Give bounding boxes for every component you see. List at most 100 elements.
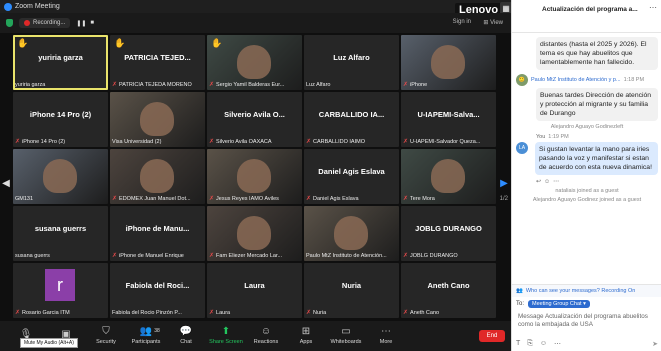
participant-name: Aneth Cano bbox=[410, 309, 440, 316]
participant-count: 38 bbox=[154, 328, 160, 334]
toolbar-apps-button[interactable]: ⊞ Apps bbox=[286, 327, 326, 346]
participant-tile[interactable]: CARBALLIDO IA... ✗ CARBALLIDO IAIMO bbox=[304, 92, 399, 147]
toolbar-participants-button[interactable]: 👥 38 Participants bbox=[126, 327, 166, 346]
chat-messages: distantes (hasta el 2025 y 2026). El tem… bbox=[512, 34, 661, 284]
participant-display-name: CARBALLIDO IA... bbox=[318, 110, 385, 119]
participant-name: Jesus Reyes IAMO Aviles bbox=[216, 195, 279, 202]
more-icon[interactable]: ⋯ bbox=[554, 340, 561, 348]
participant-tile[interactable]: ✗ Tere Mora bbox=[401, 149, 496, 204]
send-icon[interactable]: ➤ bbox=[652, 340, 658, 348]
participant-label-bar: ✗ Aneth Cano bbox=[403, 308, 494, 317]
muted-mic-icon: ✗ bbox=[209, 82, 215, 88]
participant-name: iPhone 14 Pro (2) bbox=[22, 138, 66, 145]
participant-tile[interactable]: Silverio Avila O... ✗ Silverio Avila OAXAC… bbox=[207, 92, 302, 147]
participant-display-name: Fabiola del Roci... bbox=[125, 281, 190, 290]
participant-tile[interactable]: Aneth Cano ✗ Aneth Cano bbox=[401, 263, 496, 318]
participant-tile[interactable]: ✗ Fam Eliezer Mercado Lar... bbox=[207, 206, 302, 261]
video-stage: ◀ ✋ yuriria garza yuriria garza ✋ PATRICIA T… bbox=[0, 33, 511, 321]
end-meeting-button[interactable]: End bbox=[479, 330, 505, 342]
video-feed bbox=[431, 45, 465, 79]
participant-name: Sergio Yamil Balderas Eur... bbox=[216, 81, 285, 88]
encryption-shield-icon[interactable] bbox=[6, 19, 13, 27]
recording-controls: ❚❚ ■ bbox=[76, 20, 94, 27]
chat-options-icon[interactable]: ⋯ bbox=[649, 3, 657, 12]
participant-tile[interactable]: susana guerrs susana guerrs bbox=[13, 206, 108, 261]
participant-tile[interactable]: Fabiola del Roci... Fabiola del Rocio Pin… bbox=[110, 263, 205, 318]
page-indicator: 1/2 bbox=[499, 196, 508, 202]
participant-tile[interactable]: ✗ EDOMEX Juan Manuel Dot... bbox=[110, 149, 205, 204]
prev-page-icon[interactable]: ◀ bbox=[1, 173, 11, 193]
participant-tile[interactable]: GM131 bbox=[13, 149, 108, 204]
participant-label-bar: ✗ U-IAPEMI-Salvador Queza... bbox=[403, 137, 494, 146]
muted-mic-icon: ✗ bbox=[209, 253, 215, 259]
chat-input[interactable]: Message Actualización del programa abuel… bbox=[512, 311, 661, 331]
muted-mic-icon: ✗ bbox=[403, 82, 409, 88]
participant-tile[interactable]: Paulo MtZ Instituto de Atención... bbox=[304, 206, 399, 261]
participant-tile[interactable]: Daniel Agis Eslava ✗ Daniel Agis Eslava bbox=[304, 149, 399, 204]
next-page-icon[interactable]: ▶ bbox=[499, 173, 509, 193]
participant-tile[interactable]: ✋ ✗ Sergio Yamil Balderas Eur... bbox=[207, 35, 302, 90]
muted-mic-icon: ✗ bbox=[15, 310, 21, 316]
muted-mic-icon: ✗ bbox=[306, 139, 312, 145]
compose-tools: T ⎘ ☺ ⋯ ➤ bbox=[516, 340, 658, 348]
view-button[interactable]: ⊞ View bbox=[483, 19, 503, 26]
system-message: Alejandro Aguayo Godinez joined as a gue… bbox=[532, 197, 642, 203]
sign-in-link[interactable]: Sign in bbox=[453, 19, 471, 25]
participant-label-bar: ✗ Tere Mora bbox=[403, 194, 494, 203]
participant-display-name: yuriria garza bbox=[38, 53, 83, 62]
participant-tile[interactable]: Visa Universidad (2) bbox=[110, 92, 205, 147]
emoji-icon[interactable]: ☺ bbox=[540, 340, 547, 348]
pause-recording-icon[interactable]: ❚❚ bbox=[76, 20, 86, 27]
participant-label-bar: ✗ Jesus Reyes IAMO Aviles bbox=[209, 194, 300, 203]
participant-tile[interactable]: r ✗ Rosario Garcia ITM bbox=[13, 263, 108, 318]
participant-tile[interactable]: Nuria ✗ Nuria bbox=[304, 263, 399, 318]
muted-mic-icon: ✗ bbox=[209, 196, 215, 202]
to-label: To: bbox=[516, 301, 525, 307]
toolbar-reactions-button[interactable]: ☺ Reactions bbox=[246, 327, 286, 346]
participant-tile[interactable]: Luz Alfaro Luz Alfaro bbox=[304, 35, 399, 90]
participant-tile[interactable]: iPhone 14 Pro (2) ✗ iPhone 14 Pro (2) bbox=[13, 92, 108, 147]
stop-recording-icon[interactable]: ■ bbox=[90, 20, 94, 27]
participant-name: Laura bbox=[216, 309, 231, 316]
more-icon[interactable]: ⋯ bbox=[553, 179, 562, 185]
participant-display-name: Aneth Cano bbox=[427, 281, 470, 290]
system-message: Alejandro Aguayo Godinezleft bbox=[550, 124, 624, 130]
participant-tile[interactable]: Laura ✗ Laura bbox=[207, 263, 302, 318]
toolbar-shield-button[interactable]: ⛉ Security bbox=[86, 327, 126, 346]
toolbar-more-button[interactable]: ⋯ More bbox=[366, 327, 406, 346]
recipient-select[interactable]: Meeting Group Chat ▾ bbox=[528, 300, 590, 308]
whiteboard-icon: ▭ bbox=[341, 326, 351, 337]
zoom-app: Zoom Meeting Lenovo ▦ ‹ Recording... ❚❚ … bbox=[0, 0, 661, 351]
emoji-icon[interactable]: ☺ bbox=[544, 179, 553, 185]
toolbar-whiteboard-button[interactable]: ▭ Whiteboards bbox=[326, 326, 366, 346]
participant-tile[interactable]: JOBLG DURANGO ✗ JOBLG DURANGO bbox=[401, 206, 496, 261]
chat-title: Actualización del programa a... bbox=[542, 6, 638, 13]
participant-tile[interactable]: iPhone de Manu... ✗ iPhone de Manuel Enriq… bbox=[110, 206, 205, 261]
toolbar-label: Security bbox=[96, 339, 116, 345]
toolbar-chat-button[interactable]: 💬 Chat bbox=[166, 327, 206, 346]
chat-compose: 👥 Who can see your messages? Recording O… bbox=[512, 284, 661, 351]
video-feed bbox=[334, 216, 368, 250]
message-time: 1:18 PM bbox=[623, 77, 645, 83]
reply-icon[interactable]: ↩ bbox=[536, 179, 544, 185]
participant-tile[interactable]: U-IAPEMI-Salva... ✗ U-IAPEMI-Salvador Quez… bbox=[401, 92, 496, 147]
participant-tile[interactable]: ✗ Jesus Reyes IAMO Aviles bbox=[207, 149, 302, 204]
recording-dot-icon bbox=[24, 20, 30, 26]
avatar: 🙂 bbox=[516, 74, 528, 86]
muted-mic-icon: ✗ bbox=[15, 139, 21, 145]
toolbar-share-screen-button[interactable]: ⬆ Share Screen bbox=[206, 327, 246, 346]
attach-icon[interactable]: ⎘ bbox=[527, 340, 533, 348]
participant-label-bar: ✗ Daniel Agis Eslava bbox=[306, 194, 397, 203]
participant-initial: r bbox=[57, 274, 63, 295]
toolbar-label: Apps bbox=[299, 339, 313, 345]
participant-tile[interactable]: ✗ iPhone bbox=[401, 35, 496, 90]
recording-indicator: Recording... bbox=[19, 18, 71, 28]
muted-mic-icon: ✗ bbox=[112, 196, 118, 202]
video-feed bbox=[431, 159, 465, 193]
participant-tile[interactable]: ✋ PATRICIA TEJED... ✗ PATRICIA TEJEDA MOREN… bbox=[110, 35, 205, 90]
participant-label-bar: yuriria garza bbox=[15, 80, 106, 89]
format-icon[interactable]: T bbox=[516, 340, 520, 348]
who-can-see-banner[interactable]: 👥 Who can see your messages? Recording O… bbox=[512, 285, 661, 297]
participant-tile[interactable]: ✋ yuriria garza yuriria garza bbox=[13, 35, 108, 90]
muted-mic-icon: ✗ bbox=[306, 196, 312, 202]
